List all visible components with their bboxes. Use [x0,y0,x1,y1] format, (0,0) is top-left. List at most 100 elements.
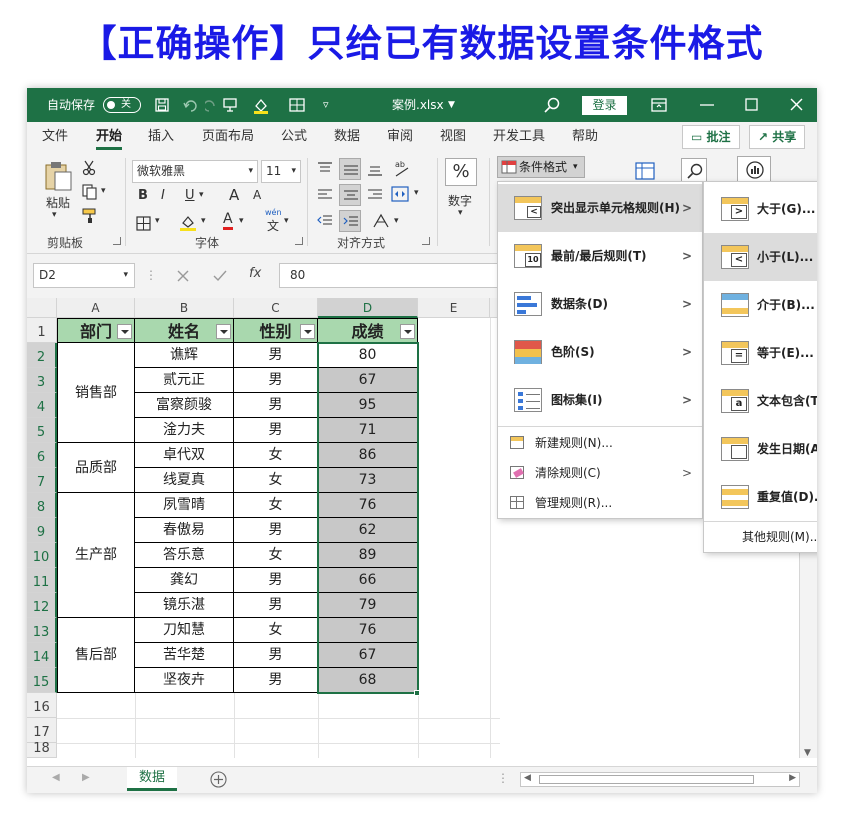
row-header[interactable]: 13 [27,618,57,643]
row-header[interactable]: 3 [27,368,57,393]
gender-cell[interactable]: 男 [234,643,318,668]
copy-dropdown-icon[interactable]: ▾ [101,186,106,196]
score-cell[interactable]: 62 [318,518,418,543]
menu-item-clear-rules[interactable]: 清除规则(C) > [498,458,702,488]
formula-input[interactable]: 80 [279,263,499,288]
paste-dropdown-icon[interactable]: ▾ [52,210,57,220]
paste-label[interactable]: 粘贴 [43,194,73,211]
row-header[interactable]: 11 [27,568,57,593]
row-header[interactable]: 10 [27,543,57,568]
name-cell[interactable]: 春傲易 [135,518,234,543]
gender-cell[interactable]: 男 [234,593,318,618]
number-dropdown-icon[interactable]: ▾ [458,208,463,218]
score-cell[interactable]: 76 [318,618,418,643]
submenu-item-equal-to[interactable]: = 等于(E)... [704,329,817,377]
percent-style-button[interactable]: % [445,158,477,186]
scroll-thumb[interactable] [539,775,754,784]
row-header[interactable]: 4 [27,393,57,418]
submenu-item-between[interactable]: 介于(B)... [704,281,817,329]
menu-item-manage-rules[interactable]: 管理规则(R)... [498,488,702,518]
borders-icon[interactable] [136,216,151,231]
name-cell[interactable]: 龚幻 [135,568,234,593]
font-color-dropdown-icon[interactable]: ▾ [239,216,244,226]
shrink-font-button[interactable]: A [253,188,261,202]
row-header[interactable]: 12 [27,593,57,618]
column-header-e[interactable]: E [418,298,490,318]
score-cell[interactable]: 79 [318,593,418,618]
column-header-c[interactable]: C [234,298,318,318]
name-cell[interactable]: 淦力夫 [135,418,234,443]
tab-page-layout[interactable]: 页面布局 [202,122,254,152]
orientation-icon[interactable]: ab [393,158,411,178]
column-header-a[interactable]: A [57,298,135,318]
menu-item-top-bottom-rules[interactable]: 10 最前/最后规则(T) > [498,232,702,280]
gender-cell[interactable]: 女 [234,543,318,568]
tab-review[interactable]: 审阅 [387,122,413,152]
row-header[interactable]: 16 [27,693,57,718]
clipboard-launcher-icon[interactable] [113,237,121,245]
department-cell[interactable]: 销售部 [57,343,135,443]
add-sheet-icon[interactable] [210,771,227,788]
next-sheet-icon[interactable]: ▶ [82,772,90,783]
paste-icon[interactable] [43,160,73,192]
gender-cell[interactable]: 男 [234,518,318,543]
autosave-toggle[interactable]: 关 [103,97,141,113]
insert-function-button[interactable]: fx [249,266,261,281]
alignment-launcher-icon[interactable] [422,237,430,245]
tab-data[interactable]: 数据 [334,122,360,152]
menu-item-icon-sets[interactable]: 图标集(I) > [498,376,702,424]
ribbon-display-icon[interactable] [651,98,667,112]
score-cell[interactable]: 66 [318,568,418,593]
gender-cell[interactable]: 男 [234,668,318,693]
tab-help[interactable]: 帮助 [572,122,598,152]
menu-item-color-scales[interactable]: 色阶(S) > [498,328,702,376]
tab-file[interactable]: 文件 [42,122,68,152]
department-cell[interactable]: 生产部 [57,493,135,618]
gender-cell[interactable]: 男 [234,418,318,443]
tab-developer[interactable]: 开发工具 [493,122,545,152]
formula-bar-handle-icon[interactable]: ⋮ [145,268,157,282]
gender-cell[interactable]: 男 [234,368,318,393]
menu-item-data-bars[interactable]: 数据条(D) > [498,280,702,328]
score-cell[interactable]: 67 [318,643,418,668]
italic-button[interactable]: I [161,188,165,203]
menu-item-new-rule[interactable]: 新建规则(N)... [498,428,702,458]
score-cell[interactable]: 71 [318,418,418,443]
scroll-down-icon[interactable]: ▼ [804,748,811,758]
find-button[interactable] [681,158,707,182]
bold-button[interactable]: B [138,188,148,203]
share-button[interactable]: ↗ 共享 [749,125,806,149]
save-icon[interactable] [155,98,169,112]
customize-toolbar-icon[interactable]: ▿ [323,88,329,122]
filter-dropdown-icon[interactable] [400,324,415,339]
name-cell[interactable]: 线夏真 [135,468,234,493]
row-header[interactable]: 18 [27,742,57,758]
text-direction-icon[interactable] [371,212,391,230]
score-cell-active[interactable]: 80 [318,343,418,368]
score-cell[interactable]: 89 [318,543,418,568]
tab-view[interactable]: 视图 [440,122,466,152]
row-header[interactable]: 14 [27,643,57,668]
decrease-indent-icon[interactable] [317,214,333,228]
tab-split-handle-icon[interactable]: ⋮ [497,771,509,785]
align-top-icon[interactable] [317,162,333,176]
submenu-item-greater-than[interactable]: > 大于(G)... [704,185,817,233]
comment-button[interactable]: ▭ 批注 [682,125,740,149]
align-right-icon[interactable] [367,188,383,202]
gender-cell[interactable]: 女 [234,468,318,493]
font-color-button[interactable]: A [223,211,233,230]
row-header[interactable]: 6 [27,443,57,468]
phonetic-label[interactable]: wén [265,208,282,217]
align-left-icon[interactable] [317,188,333,202]
conditional-format-button[interactable]: 条件格式 ▾ [497,156,585,178]
align-bottom-icon[interactable] [367,162,383,176]
horizontal-scrollbar[interactable]: ◀ ▶ [520,772,800,787]
presentation-icon[interactable] [223,98,237,112]
enter-icon[interactable] [213,270,227,282]
filename-dropdown-icon[interactable]: ▼ [448,88,455,122]
undo-icon[interactable] [183,98,199,112]
name-cell[interactable]: 刀知慧 [135,618,234,643]
score-cell[interactable]: 76 [318,493,418,518]
name-cell[interactable]: 镜乐湛 [135,593,234,618]
gender-cell[interactable]: 男 [234,393,318,418]
